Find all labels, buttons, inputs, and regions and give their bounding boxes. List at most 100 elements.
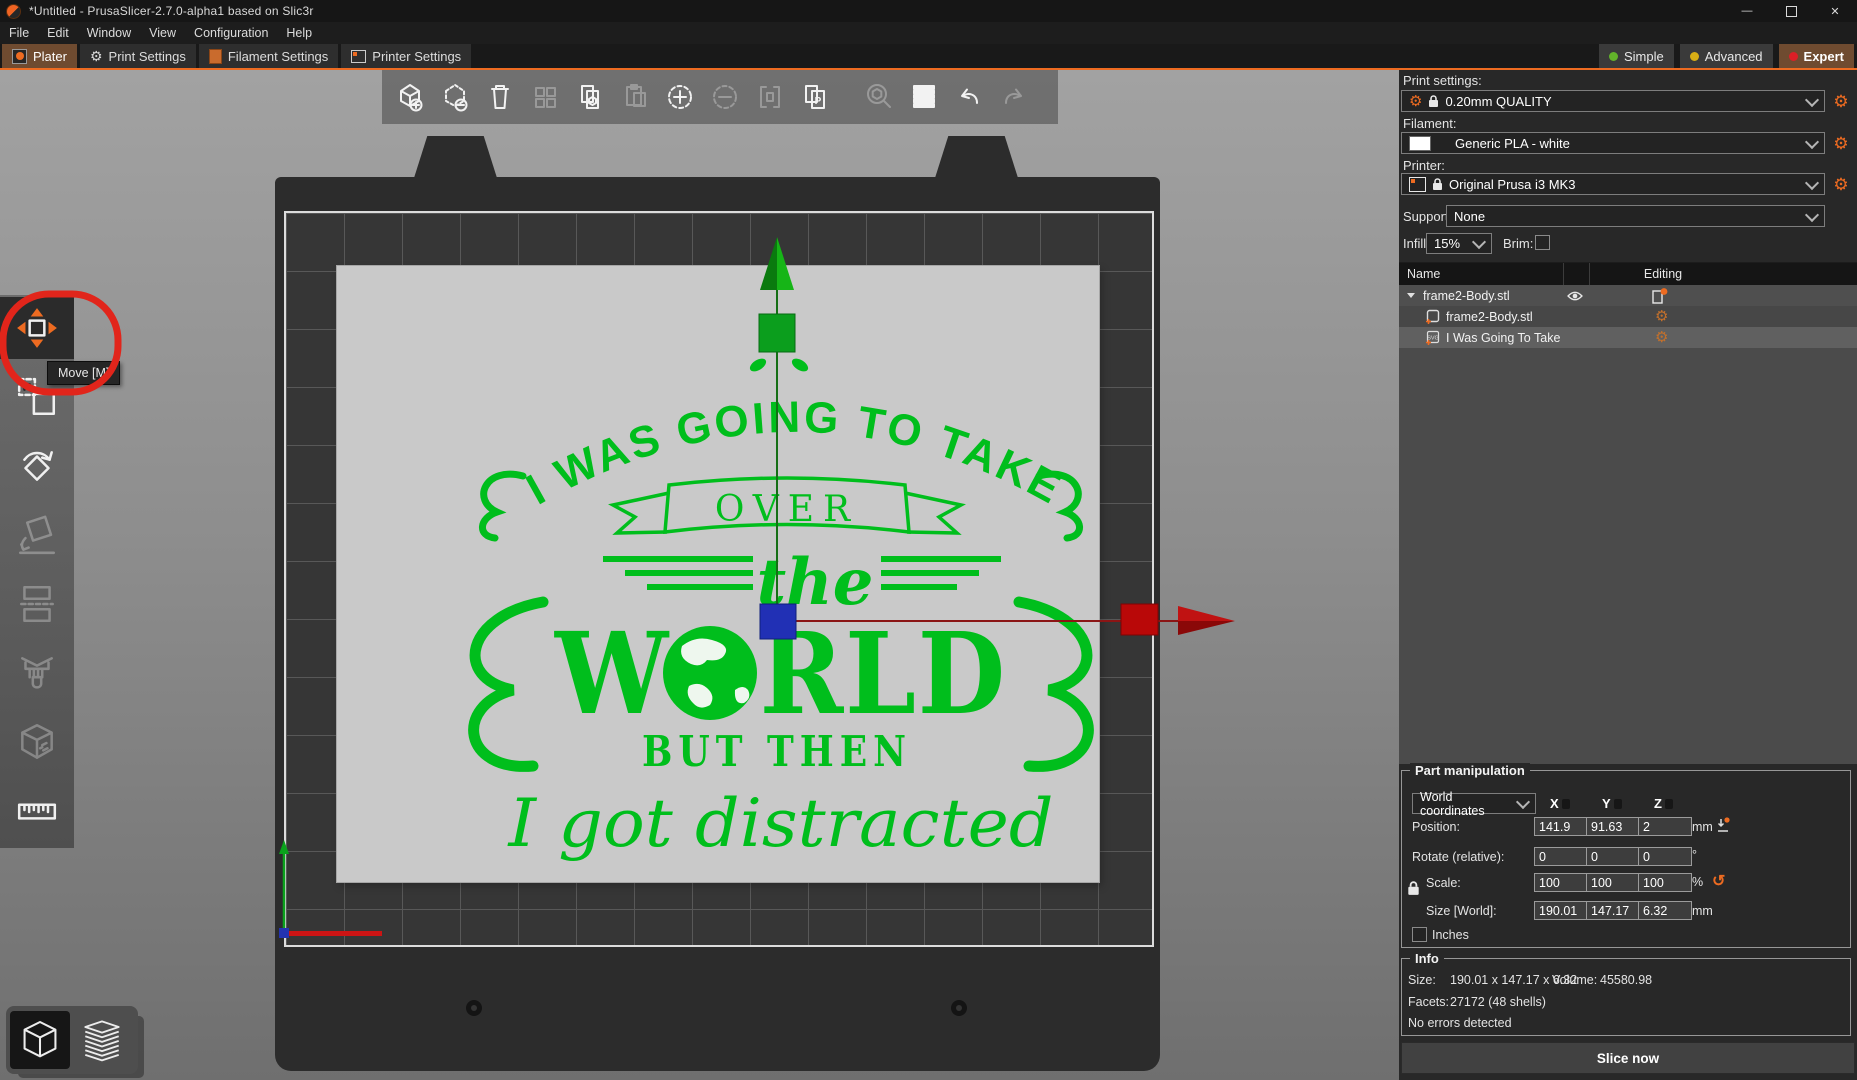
reset-scale-icon[interactable]: ↺: [1712, 871, 1725, 891]
prusaslicer-window: *Untitled - PrusaSlicer-2.7.0-alpha1 bas…: [0, 0, 1857, 1080]
filament-select[interactable]: Generic PLA - white: [1401, 132, 1825, 154]
menu-configuration[interactable]: Configuration: [185, 22, 277, 44]
chevron-down-icon: [1516, 795, 1530, 809]
brim-checkbox[interactable]: [1535, 235, 1550, 250]
object-row-frame2-body[interactable]: frame2-Body.stl: [1399, 285, 1857, 306]
tab-plater[interactable]: Plater: [2, 44, 77, 68]
position-unit: mm: [1692, 820, 1713, 834]
scale-y-input[interactable]: [1586, 873, 1640, 892]
move-tool[interactable]: [0, 297, 74, 359]
menu-edit[interactable]: Edit: [38, 22, 78, 44]
expert-dot-icon: [1789, 52, 1798, 61]
variable-layer-height-button[interactable]: [904, 77, 944, 117]
menu-bar: File Edit Window View Configuration Help: [0, 22, 1857, 44]
tab-filament-settings[interactable]: Filament Settings: [199, 44, 338, 68]
minimize-button[interactable]: —: [1725, 0, 1769, 22]
split-to-objects-button[interactable]: [750, 77, 790, 117]
design-script-text: I got distracted: [507, 785, 1053, 862]
rotate-x-input[interactable]: [1534, 847, 1588, 866]
delete-all-button[interactable]: [480, 77, 520, 117]
position-z-input[interactable]: [1638, 817, 1692, 836]
editing-column-header: Editing: [1589, 267, 1737, 281]
position-y-input[interactable]: [1586, 817, 1640, 836]
seam-painting-tool[interactable]: [0, 711, 74, 773]
info-facets-value: 27172 (48 shells): [1450, 995, 1546, 1009]
tab-print-settings[interactable]: ⚙ Print Settings: [80, 44, 196, 68]
scale-x-input[interactable]: [1534, 873, 1588, 892]
split-to-parts-button[interactable]: P: [795, 77, 835, 117]
axis-y-header: Y: [1602, 796, 1622, 811]
gizmo-right-cone[interactable]: [1178, 606, 1235, 621]
filament-spool-icon: [209, 49, 222, 64]
object-editing-icon[interactable]: [1652, 287, 1668, 304]
coordinates-select[interactable]: World coordinates: [1412, 793, 1536, 814]
place-on-face-tool[interactable]: [0, 504, 74, 566]
add-instance-button[interactable]: [660, 77, 700, 117]
remove-instance-button[interactable]: [705, 77, 745, 117]
rotate-tool[interactable]: [0, 435, 74, 497]
printer-select[interactable]: Original Prusa i3 MK3: [1401, 173, 1825, 195]
redo-button[interactable]: [994, 77, 1034, 117]
menu-file[interactable]: File: [0, 22, 38, 44]
collapse-caret-icon[interactable]: [1407, 293, 1415, 298]
plate-ear-right: [935, 136, 1018, 178]
size-x-input[interactable]: [1534, 901, 1588, 920]
paste-button[interactable]: [615, 77, 655, 117]
info-size-label: Size:: [1408, 973, 1436, 987]
rotate-y-input[interactable]: [1586, 847, 1640, 866]
position-x-input[interactable]: [1534, 817, 1588, 836]
right-sidebar: Print settings: ⚙ 0.20mm QUALITY ⚙ Filam…: [1399, 70, 1857, 1080]
search-button[interactable]: [859, 77, 899, 117]
rotate-z-input[interactable]: [1638, 847, 1692, 866]
tab-printer-settings[interactable]: Printer Settings: [341, 44, 471, 68]
axis-z-header: Z: [1654, 796, 1673, 811]
measure-tool[interactable]: [0, 780, 74, 842]
drop-to-bed-icon[interactable]: [1716, 817, 1730, 833]
add-object-button[interactable]: [390, 77, 430, 117]
undo-button[interactable]: [949, 77, 989, 117]
axis-y-lock-icon: [1614, 799, 1622, 809]
edit-printer-button[interactable]: ⚙: [1831, 174, 1851, 194]
edit-filament-button[interactable]: ⚙: [1831, 133, 1851, 153]
svg-part-settings-gear-icon[interactable]: ⚙: [1655, 330, 1668, 345]
delete-object-button[interactable]: [435, 77, 475, 117]
maximize-button[interactable]: [1769, 0, 1813, 22]
print-settings-select[interactable]: ⚙ 0.20mm QUALITY: [1401, 90, 1825, 112]
editor-view-button[interactable]: [10, 1011, 70, 1069]
slice-now-button[interactable]: Slice now: [1401, 1042, 1855, 1074]
axis-z-lock-icon: [1665, 799, 1673, 809]
paint-supports-tool[interactable]: [0, 642, 74, 704]
uniform-scale-lock-icon[interactable]: [1407, 881, 1420, 896]
supports-select[interactable]: None: [1446, 205, 1825, 227]
mode-expert[interactable]: Expert: [1779, 44, 1854, 68]
volume-settings-gear-icon[interactable]: ⚙: [1655, 309, 1668, 324]
edit-print-settings-button[interactable]: ⚙: [1831, 91, 1851, 111]
plater-icon: [12, 49, 27, 64]
menu-window[interactable]: Window: [78, 22, 140, 44]
mode-advanced[interactable]: Advanced: [1680, 44, 1773, 68]
inches-label: Inches: [1432, 928, 1469, 942]
size-y-input[interactable]: [1586, 901, 1640, 920]
copy-button[interactable]: [570, 77, 610, 117]
object-list-header: Name Editing: [1399, 263, 1857, 285]
cut-tool[interactable]: [0, 573, 74, 635]
eye-visible-icon[interactable]: [1567, 290, 1583, 302]
info-status: No errors detected: [1408, 1016, 1512, 1030]
volume-row-frame2-body[interactable]: frame2-Body.stl ⚙: [1399, 306, 1857, 327]
info-panel: Info Size: 190.01 x 147.17 x 6.32 Volume…: [1401, 958, 1851, 1036]
scale-z-input[interactable]: [1638, 873, 1692, 892]
arrange-button[interactable]: [525, 77, 565, 117]
lock-icon: [1428, 95, 1439, 108]
infill-select[interactable]: 15%: [1426, 233, 1492, 254]
inches-checkbox[interactable]: [1412, 927, 1427, 942]
menu-help[interactable]: Help: [277, 22, 321, 44]
size-z-input[interactable]: [1638, 901, 1692, 920]
part-manipulation-title: Part manipulation: [1410, 763, 1530, 778]
mode-simple[interactable]: Simple: [1599, 44, 1674, 68]
3d-viewport[interactable]: I WAS GOING TO TAKE OVER the: [0, 70, 1399, 1080]
menu-view[interactable]: View: [140, 22, 185, 44]
close-button[interactable]: ✕: [1813, 0, 1857, 22]
volume-icon: [1425, 309, 1440, 325]
svg-part-row-selected[interactable]: SVG I Was Going To Take ⚙: [1399, 327, 1857, 348]
preview-view-button[interactable]: [72, 1011, 132, 1069]
